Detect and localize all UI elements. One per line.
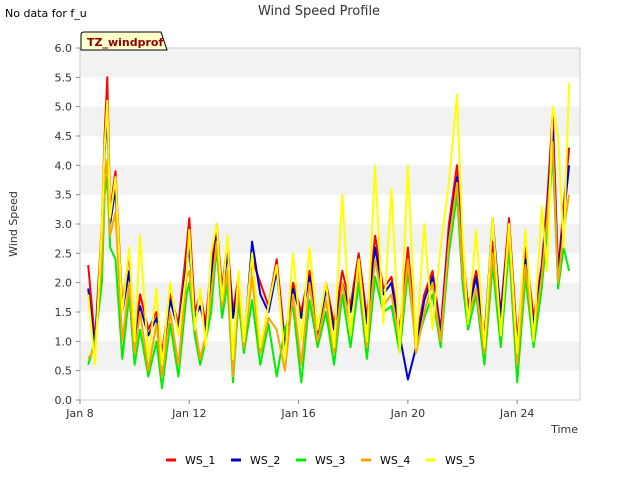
y-axis-ticks: 0.0 0.5 1.0 1.5 2.0 2.5 3.0 3.5 4.0 4.5 5.0 5.5 6.0 bbox=[55, 42, 80, 407]
y-tick-label: 5.5 bbox=[55, 71, 73, 84]
grid-band bbox=[80, 224, 580, 254]
y-tick-label: 3.0 bbox=[55, 218, 73, 231]
x-tick-label: Jan 20 bbox=[390, 407, 425, 420]
y-tick-label: 0.0 bbox=[55, 394, 73, 407]
y-tick-label: 3.5 bbox=[55, 189, 73, 202]
y-tick-label: 2.0 bbox=[55, 277, 73, 290]
chart-title: Wind Speed Profile bbox=[258, 4, 380, 19]
legend: WS_1 WS_2 WS_3 WS_4 WS_5 bbox=[166, 454, 475, 467]
grid-band bbox=[80, 106, 580, 136]
x-tick-label: Jan 24 bbox=[499, 407, 534, 420]
legend-label: WS_3 bbox=[315, 454, 345, 467]
grid-band bbox=[80, 48, 580, 78]
grid-band bbox=[80, 165, 580, 195]
x-axis-ticks: Jan 8 Jan 12 Jan 16 Jan 20 Jan 24 bbox=[65, 400, 534, 420]
x-tick-label: Jan 12 bbox=[171, 407, 206, 420]
site-badge: TZ_windprof bbox=[80, 31, 168, 51]
legend-label: WS_1 bbox=[185, 454, 215, 467]
x-axis-label: Time bbox=[550, 423, 578, 436]
site-badge-label: TZ_windprof bbox=[87, 36, 163, 49]
legend-label: WS_4 bbox=[380, 454, 410, 467]
y-tick-label: 0.5 bbox=[55, 365, 73, 378]
y-tick-label: 1.5 bbox=[55, 306, 73, 319]
legend-label: WS_5 bbox=[445, 454, 475, 467]
y-tick-label: 2.5 bbox=[55, 247, 73, 260]
x-tick-label: Jan 16 bbox=[280, 407, 315, 420]
y-tick-label: 5.0 bbox=[55, 101, 73, 114]
y-axis-label: Wind Speed bbox=[7, 191, 20, 257]
y-tick-label: 4.0 bbox=[55, 159, 73, 172]
wind-speed-chart: Wind Speed Profile 0.0 0.5 1.0 1.5 2.0 2.5 3.0… bbox=[7, 4, 581, 467]
y-tick-label: 1.0 bbox=[55, 335, 73, 348]
y-tick-label: 6.0 bbox=[55, 42, 73, 55]
legend-label: WS_2 bbox=[250, 454, 280, 467]
y-tick-label: 4.5 bbox=[55, 130, 73, 143]
x-tick-label: Jan 8 bbox=[65, 407, 93, 420]
